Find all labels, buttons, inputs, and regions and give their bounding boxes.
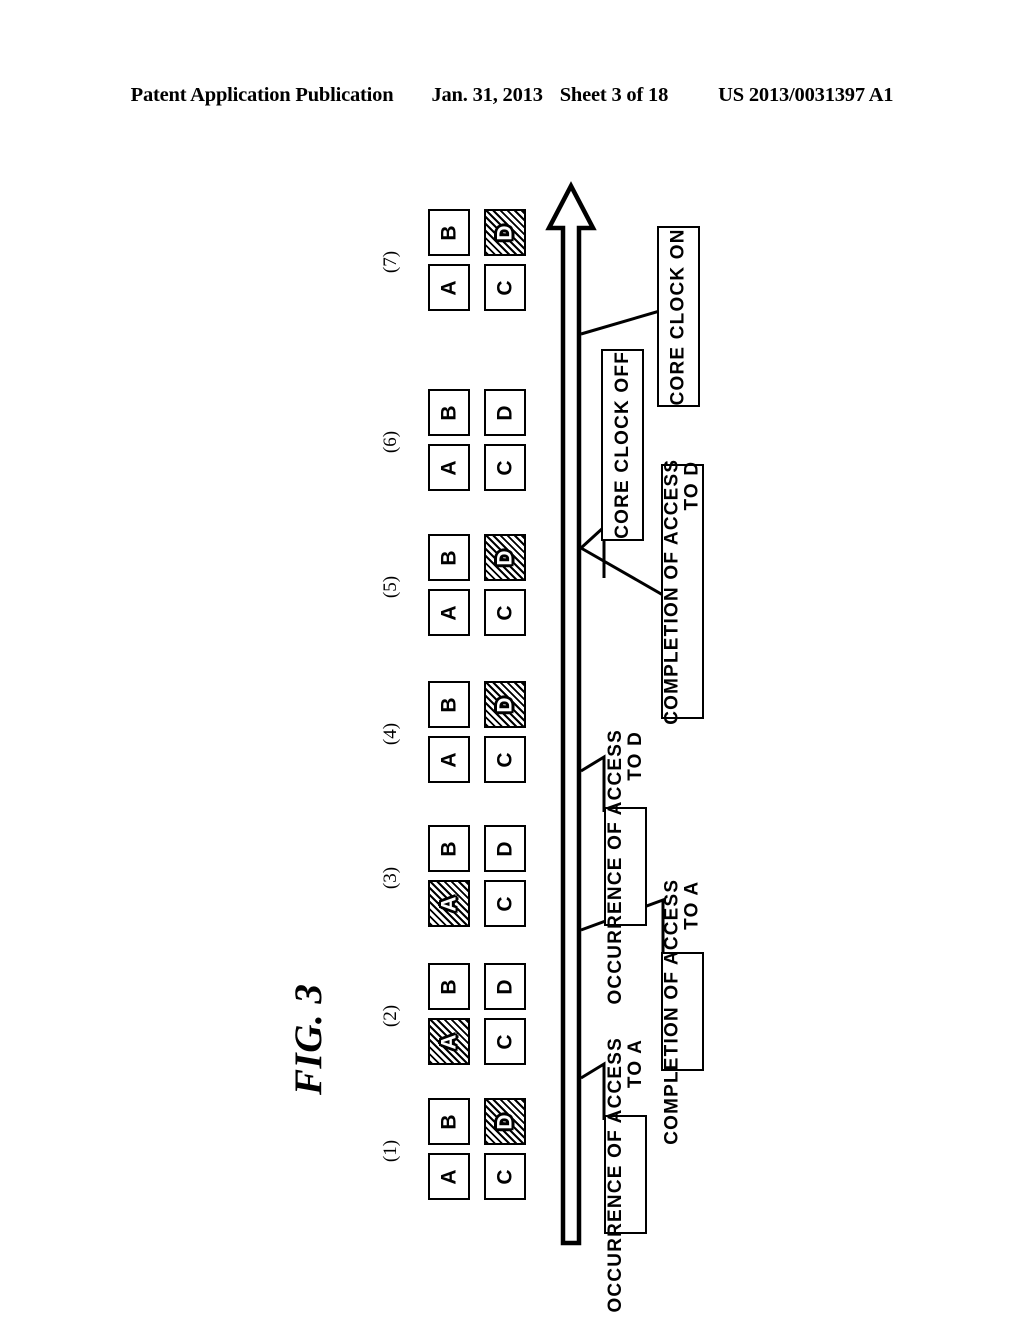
state-group-index-1: (1) (380, 1139, 402, 1163)
state-cell-d[interactable]: D (484, 534, 526, 581)
state-cell-b[interactable]: B (428, 963, 470, 1010)
callout-line-1: CORE CLOCK OFF (611, 351, 633, 539)
callout-completion-access-a[interactable]: COMPLETION OF ACCESS TO A (661, 878, 704, 1145)
state-cell-label: B (437, 840, 461, 857)
state-cell-a[interactable]: A (428, 444, 470, 491)
leader-line-completion-d (580, 540, 665, 598)
leader-line-occurrence-d (580, 754, 606, 812)
state-cell-a[interactable]: A (428, 589, 470, 636)
state-cell-label: A (437, 1168, 461, 1185)
state-cell-label: A (437, 895, 461, 912)
state-cell-label: C (493, 751, 517, 768)
state-cell-label: D (493, 978, 517, 995)
state-cell-d[interactable]: D (484, 389, 526, 436)
state-cell-b[interactable]: B (428, 534, 470, 581)
state-cell-label: C (493, 1168, 517, 1185)
state-cell-a[interactable]: A (428, 880, 470, 927)
state-cell-label: C (493, 604, 517, 621)
state-cell-label: A (437, 604, 461, 621)
callout-occurrence-access-a-text: OCCURRENCE OF ACCESS TO A (604, 1036, 646, 1313)
callout-line-2: TO D (624, 730, 646, 781)
callout-core-clock-on[interactable]: CORE CLOCK ON (657, 226, 700, 407)
state-cell-d[interactable]: D (484, 1098, 526, 1145)
callout-completion-access-d[interactable]: COMPLETION OF ACCESS TO D (661, 458, 704, 725)
state-group-4: A B C D (428, 681, 528, 785)
state-cell-label: D (493, 224, 517, 241)
state-cell-label: D (493, 404, 517, 421)
state-group-7: A B C D (428, 209, 528, 313)
state-cell-a[interactable]: A (428, 1153, 470, 1200)
state-cell-label: B (437, 224, 461, 241)
state-group-index-4: (4) (380, 722, 402, 746)
state-cell-a[interactable]: A (428, 736, 470, 783)
state-cell-label: B (437, 696, 461, 713)
callout-line-2: TO A (681, 880, 703, 930)
state-group-2: A B C D (428, 963, 528, 1067)
state-cell-b[interactable]: B (428, 825, 470, 872)
state-cell-label: A (437, 279, 461, 296)
state-group-index-5: (5) (380, 575, 402, 599)
state-cell-label: C (493, 1033, 517, 1050)
state-cell-a[interactable]: A (428, 1018, 470, 1065)
state-group-index-7: (7) (380, 250, 402, 274)
state-cell-label: D (493, 840, 517, 857)
state-cell-label: A (437, 459, 461, 476)
state-cell-label: B (437, 1113, 461, 1130)
state-cell-d[interactable]: D (484, 963, 526, 1010)
state-cell-c[interactable]: C (484, 736, 526, 783)
state-cell-b[interactable]: B (428, 681, 470, 728)
state-cell-label: D (493, 549, 517, 566)
state-cell-d[interactable]: D (484, 825, 526, 872)
state-cell-a[interactable]: A (428, 264, 470, 311)
callout-core-clock-off[interactable]: CORE CLOCK OFF (601, 349, 644, 541)
state-cell-c[interactable]: C (484, 444, 526, 491)
state-cell-label: B (437, 549, 461, 566)
state-group-6: A B C D (428, 389, 528, 493)
callout-line-2: TO A (624, 1038, 646, 1088)
state-group-index-6: (6) (380, 430, 402, 454)
leader-line-occurrence-a (580, 1061, 606, 1120)
callout-line-1: CORE CLOCK ON (667, 227, 689, 406)
callout-occurrence-access-a[interactable]: OCCURRENCE OF ACCESS TO A (604, 1037, 647, 1312)
callout-core-clock-off-text: CORE CLOCK OFF (611, 351, 633, 539)
state-group-index-3: (3) (380, 866, 402, 890)
callout-completion-access-a-text: COMPLETION OF ACCESS TO A (661, 878, 703, 1145)
callout-line-2: TO D (681, 460, 703, 511)
state-cell-c[interactable]: C (484, 1018, 526, 1065)
state-cell-b[interactable]: B (428, 1098, 470, 1145)
callout-line-1: COMPLETION OF ACCESS (661, 458, 683, 725)
state-cell-label: B (437, 978, 461, 995)
state-cell-label: D (493, 1113, 517, 1130)
state-cell-b[interactable]: B (428, 209, 470, 256)
callout-line-1: OCCURRENCE OF ACCESS (604, 728, 626, 1005)
state-group-5: A B C D (428, 534, 528, 638)
callout-completion-access-d-text: COMPLETION OF ACCESS TO D (661, 458, 703, 725)
state-cell-d[interactable]: D (484, 681, 526, 728)
callout-occurrence-access-d[interactable]: OCCURRENCE OF ACCESS TO D (604, 729, 647, 1004)
state-cell-c[interactable]: C (484, 589, 526, 636)
state-cell-c[interactable]: C (484, 880, 526, 927)
state-cell-c[interactable]: C (484, 1153, 526, 1200)
state-cell-label: C (493, 459, 517, 476)
state-cell-b[interactable]: B (428, 389, 470, 436)
state-cell-label: A (437, 751, 461, 768)
callout-line-1: OCCURRENCE OF ACCESS (604, 1036, 626, 1313)
state-cell-label: A (437, 1033, 461, 1050)
state-cell-label: C (493, 895, 517, 912)
state-cell-d[interactable]: D (484, 209, 526, 256)
time-arrow-icon (545, 181, 597, 1246)
state-group-3: A B C D (428, 825, 528, 929)
state-cell-label: B (437, 404, 461, 421)
callout-core-clock-on-text: CORE CLOCK ON (667, 227, 689, 406)
state-group-1: A B C D (428, 1098, 528, 1202)
callout-occurrence-access-d-text: OCCURRENCE OF ACCESS TO D (604, 728, 646, 1005)
figure-3-diagram: A B C D (1) A B C D (2) A B C D (3) A B … (0, 0, 1024, 1320)
state-cell-label: C (493, 279, 517, 296)
state-cell-label: D (493, 696, 517, 713)
state-group-index-2: (2) (380, 1004, 402, 1028)
state-cell-c[interactable]: C (484, 264, 526, 311)
callout-line-1: COMPLETION OF ACCESS (661, 878, 683, 1145)
